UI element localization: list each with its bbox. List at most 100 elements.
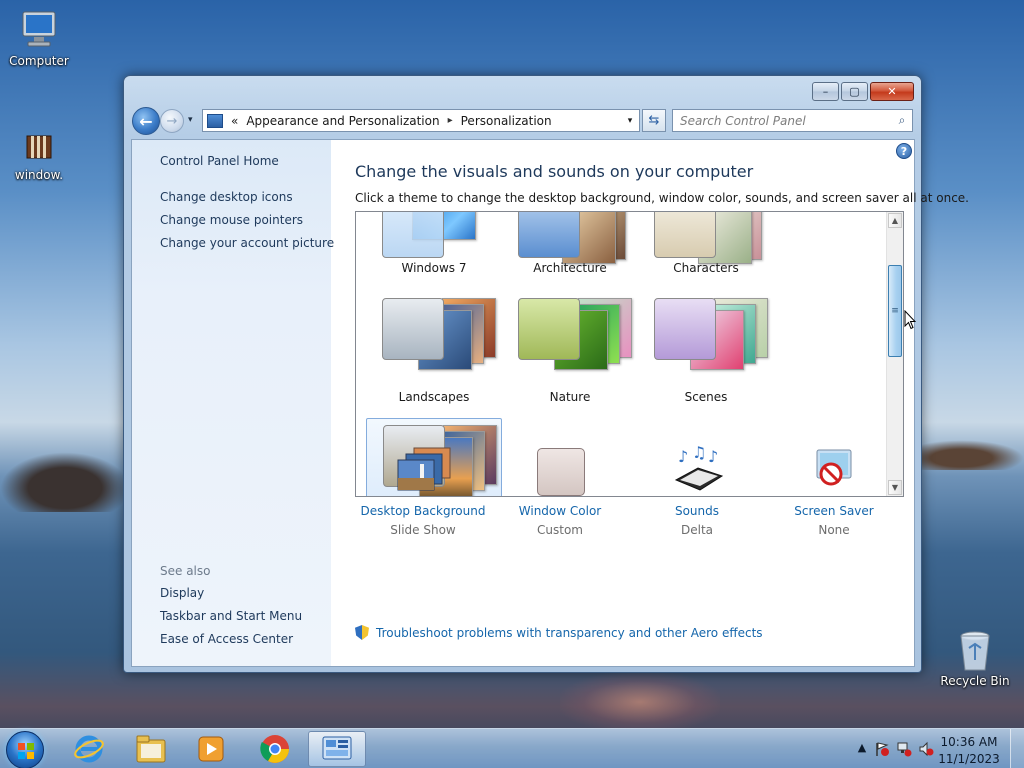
ease-of-access-link[interactable]: Ease of Access Center (160, 632, 293, 646)
svg-text:♪: ♪ (678, 447, 688, 466)
theme-scenes[interactable]: Scenes (638, 298, 774, 404)
action-center-flag-icon[interactable] (874, 741, 890, 757)
recycle-bin-icon (953, 630, 997, 671)
page-description: Click a theme to change the desktop back… (355, 191, 969, 205)
setting-label[interactable]: Screen Saver (766, 504, 902, 518)
taskbar-chrome[interactable] (246, 731, 304, 767)
breadcrumb-personalization[interactable]: Personalization (461, 114, 552, 128)
main-panel: ? Change the visuals and sounds on your … (331, 140, 969, 666)
internet-explorer-icon (74, 735, 104, 763)
screen-saver-icon (807, 446, 861, 498)
volume-muted-icon[interactable] (918, 741, 934, 757)
theme-preview (518, 298, 632, 370)
back-button[interactable]: ← (132, 107, 160, 135)
troubleshoot-aero-link[interactable]: Troubleshoot problems with transparency … (355, 625, 763, 640)
help-icon[interactable]: ? (896, 143, 912, 159)
taskbar-start-menu-link[interactable]: Taskbar and Start Menu (160, 609, 302, 623)
setting-value: None (818, 523, 850, 537)
refresh-button[interactable]: ⇆ (642, 109, 666, 132)
content-area: Control Panel Home Change desktop icons … (131, 139, 969, 667)
recent-pages-button[interactable]: ▾ (188, 115, 193, 125)
setting-label[interactable]: Desktop Background (355, 504, 491, 518)
page-title: Change the visuals and sounds on your co… (355, 162, 754, 181)
screen-saver-setting[interactable]: Screen Saver None (766, 446, 902, 537)
theme-name: Nature (549, 390, 591, 404)
sounds-icon: ♪ ♫ ♪ (670, 443, 724, 498)
setting-value: Slide Show (390, 523, 456, 537)
desktop-background-icon (396, 446, 451, 498)
theme-settings-row: Desktop Background Slide Show Window Col… (355, 443, 904, 546)
desktop-background-setting[interactable]: Desktop Background Slide Show (355, 446, 491, 537)
sounds-setting[interactable]: ♪ ♫ ♪ Sounds Delta (629, 443, 765, 537)
address-overflow-chevron[interactable]: « (231, 114, 238, 128)
desktop-rocks-left (0, 452, 130, 512)
address-dropdown-icon[interactable]: ▾ (621, 116, 639, 126)
breadcrumb-appearance[interactable]: Appearance and Personalization (246, 114, 439, 128)
taskbar-explorer[interactable] (122, 731, 180, 767)
theme-nature[interactable]: Nature (502, 298, 638, 404)
theme-landscapes[interactable]: Landscapes (366, 298, 502, 404)
search-input[interactable]: Search Control Panel ⌕ (672, 109, 913, 132)
change-account-picture-link[interactable]: Change your account picture (160, 236, 334, 250)
see-also-heading: See also (160, 564, 211, 578)
setting-label[interactable]: Window Color (492, 504, 628, 518)
taskbar-media-player[interactable] (182, 731, 240, 767)
shield-icon (355, 625, 369, 640)
breadcrumb-separator-icon[interactable]: ▸ (448, 115, 453, 126)
personalization-window[interactable]: – ▢ ✕ ← → ▾ « Appearance and Personaliza… (123, 75, 969, 673)
change-desktop-icons-link[interactable]: Change desktop icons (160, 190, 293, 204)
theme-preview (382, 212, 486, 258)
window-controls: – ▢ ✕ (812, 82, 914, 101)
desktop-icon-label: Recycle Bin (940, 674, 1010, 688)
mouse-cursor-icon (904, 309, 917, 330)
system-clock[interactable]: 10:36 AM 11/1/2023 (936, 734, 1002, 768)
display-link[interactable]: Display (160, 586, 204, 600)
computer-icon (17, 10, 61, 50)
change-mouse-pointers-link[interactable]: Change mouse pointers (160, 213, 303, 227)
start-button[interactable] (6, 731, 44, 768)
theme-preview (654, 298, 768, 370)
clock-date: 11/1/2023 (938, 752, 1000, 766)
theme-windows-7[interactable]: Windows 7 (366, 212, 502, 276)
show-desktop-button[interactable] (1010, 729, 1024, 768)
control-panel-icon (207, 113, 223, 128)
desktop-icon-computer[interactable]: Computer (1, 10, 77, 68)
desktop-icon-window[interactable]: window. (1, 132, 77, 182)
forward-button[interactable]: → (160, 109, 184, 133)
troubleshoot-label[interactable]: Troubleshoot problems with transparency … (376, 626, 763, 640)
maximize-button[interactable]: ▢ (841, 82, 868, 101)
desktop-sun-glow (560, 672, 720, 732)
minimize-button[interactable]: – (812, 82, 839, 101)
svg-text:♫: ♫ (692, 446, 706, 462)
theme-characters[interactable]: Characters (638, 212, 774, 276)
taskbar: ▲ 10:36 AM 11/1/2023 (0, 728, 1024, 768)
taskbar-control-panel[interactable] (308, 731, 366, 767)
window-color-setting[interactable]: Window Color Custom (492, 446, 628, 537)
control-panel-home-link[interactable]: Control Panel Home (160, 154, 279, 168)
theme-architecture[interactable]: Architecture (502, 212, 638, 276)
close-button[interactable]: ✕ (870, 82, 914, 101)
scroll-thumb[interactable]: ≡ (888, 265, 902, 357)
chrome-icon (260, 735, 289, 763)
svg-text:♪: ♪ (708, 447, 718, 466)
setting-label[interactable]: Sounds (629, 504, 765, 518)
theme-name: Scenes (684, 390, 728, 404)
desktop-icon-recycle-bin[interactable]: Recycle Bin (937, 630, 1013, 688)
theme-name: Landscapes (398, 390, 470, 404)
search-icon[interactable]: ⌕ (892, 113, 912, 128)
show-hidden-icons-icon[interactable]: ▲ (854, 741, 870, 757)
network-icon[interactable] (896, 741, 912, 757)
theme-preview (382, 298, 496, 370)
theme-name: Architecture (533, 261, 607, 275)
theme-preview (518, 212, 626, 264)
window-color-icon (533, 446, 587, 498)
address-bar[interactable]: « Appearance and Personalization ▸ Perso… (202, 109, 640, 132)
media-player-icon (198, 736, 224, 762)
theme-name: Characters (673, 261, 739, 275)
setting-value: Delta (680, 523, 713, 537)
taskbar-internet-explorer[interactable] (60, 731, 118, 767)
scroll-up-arrow-icon[interactable]: ▲ (888, 213, 902, 228)
desktop-icon-label: Computer (9, 54, 69, 68)
archive-file-icon (17, 132, 61, 172)
search-placeholder: Search Control Panel (680, 113, 806, 128)
